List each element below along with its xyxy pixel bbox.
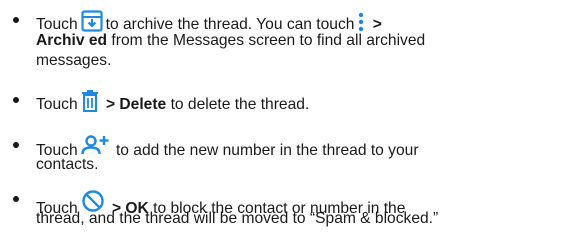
archive-icon	[81, 10, 103, 32]
archived-instruction-text-end: messages.	[36, 52, 112, 69]
add-contact-icon	[80, 135, 109, 155]
block-instruction-text-end: thread, and the thread will be moved to …	[36, 210, 439, 227]
more-vertical-icon	[357, 12, 365, 32]
bullet	[13, 196, 19, 202]
archived-instruction-text: from the Messages screen to find all arc…	[111, 32, 426, 49]
item-text: Touch to add the new number in the threa…	[36, 135, 556, 175]
add-contact-instruction-text: to add the new number in the thread to y…	[115, 142, 419, 159]
delete-menu-label: > Delete	[105, 96, 167, 113]
trash-icon	[81, 90, 99, 112]
bullet	[13, 97, 19, 103]
item-text: Touch > Delete to delete the thread.	[36, 90, 556, 113]
item-text: Touch > OK to block the contact or numbe…	[36, 189, 556, 229]
bullet	[13, 17, 19, 23]
item-text: Touch to archive the thread. You can touc…	[36, 10, 556, 71]
archived-menu-label: Archiv ed	[36, 32, 108, 49]
delete-instruction-text: to delete the thread.	[170, 96, 310, 113]
touch-word: Touch	[36, 96, 78, 113]
add-contact-instruction-text-end: contacts.	[36, 156, 99, 173]
bullet	[13, 142, 19, 148]
